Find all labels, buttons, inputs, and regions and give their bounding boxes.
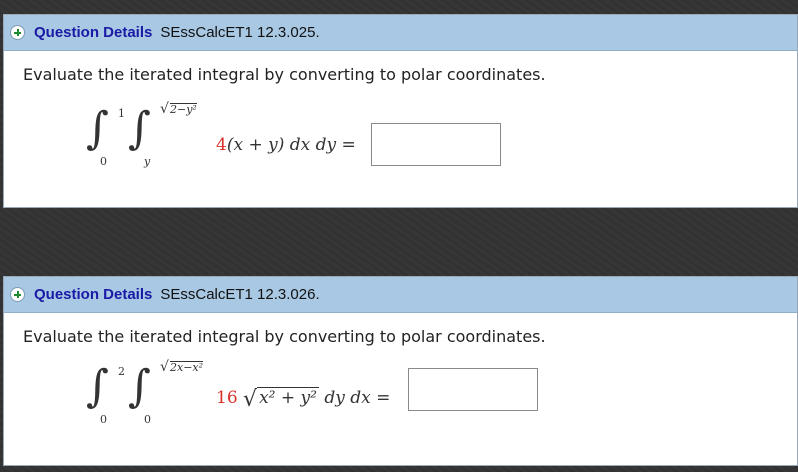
integrand-sqrt: √ x² + y² <box>243 387 319 412</box>
answer-input[interactable] <box>408 368 538 411</box>
inner-lower-limit: y <box>144 155 151 168</box>
question-code: SEssCalcET1 12.3.025. <box>160 24 320 41</box>
inner-upper-root-sign: √ <box>160 101 169 117</box>
outer-lower-limit: 0 <box>100 413 107 426</box>
inner-integral-sign: ∫ <box>128 103 151 154</box>
integrand: 16 √ x² + y² dy dx = <box>216 387 390 412</box>
answer-input[interactable] <box>371 123 501 166</box>
question-header: Question Details SEssCalcET1 12.3.025. <box>4 15 797 51</box>
inner-integral-sign: ∫ <box>128 361 151 412</box>
question-prompt: Evaluate the iterated integral by conver… <box>23 65 546 84</box>
integrand: 4(x + y) dx dy = <box>216 135 356 155</box>
outer-lower-limit: 0 <box>100 155 107 168</box>
integrand-coefficient: 4 <box>216 135 227 155</box>
sqrt-sign: √ <box>243 387 258 412</box>
inner-upper-limit: 2x−x² <box>170 361 204 374</box>
integrand-expression: dy dx = <box>324 388 391 408</box>
outer-upper-limit: 1 <box>118 107 125 120</box>
question-prompt: Evaluate the iterated integral by conver… <box>23 327 546 346</box>
inner-lower-limit: 0 <box>144 413 151 426</box>
integrand-coefficient: 16 <box>216 388 238 408</box>
inner-upper-root-sign: √ <box>160 359 169 375</box>
outer-upper-limit: 2 <box>118 365 125 378</box>
outer-integral-sign: ∫ <box>86 103 109 154</box>
integrand-expression: (x + y) dx dy = <box>226 135 356 155</box>
question-details-link[interactable]: Question Details <box>34 286 152 303</box>
plus-icon[interactable] <box>10 25 25 40</box>
question-panel-2: Question Details SEssCalcET1 12.3.026. E… <box>3 276 798 466</box>
question-panel-1: Question Details SEssCalcET1 12.3.025. E… <box>3 14 798 208</box>
page: Question Details SEssCalcET1 12.3.025. E… <box>0 0 798 472</box>
inner-upper-limit: 2−y² <box>170 103 197 116</box>
question-details-link[interactable]: Question Details <box>34 24 152 41</box>
question-code: SEssCalcET1 12.3.026. <box>160 286 320 303</box>
integrand-radicand: x² + y² <box>257 387 319 408</box>
question-header: Question Details SEssCalcET1 12.3.026. <box>4 277 797 313</box>
plus-icon[interactable] <box>10 287 25 302</box>
outer-integral-sign: ∫ <box>86 361 109 412</box>
